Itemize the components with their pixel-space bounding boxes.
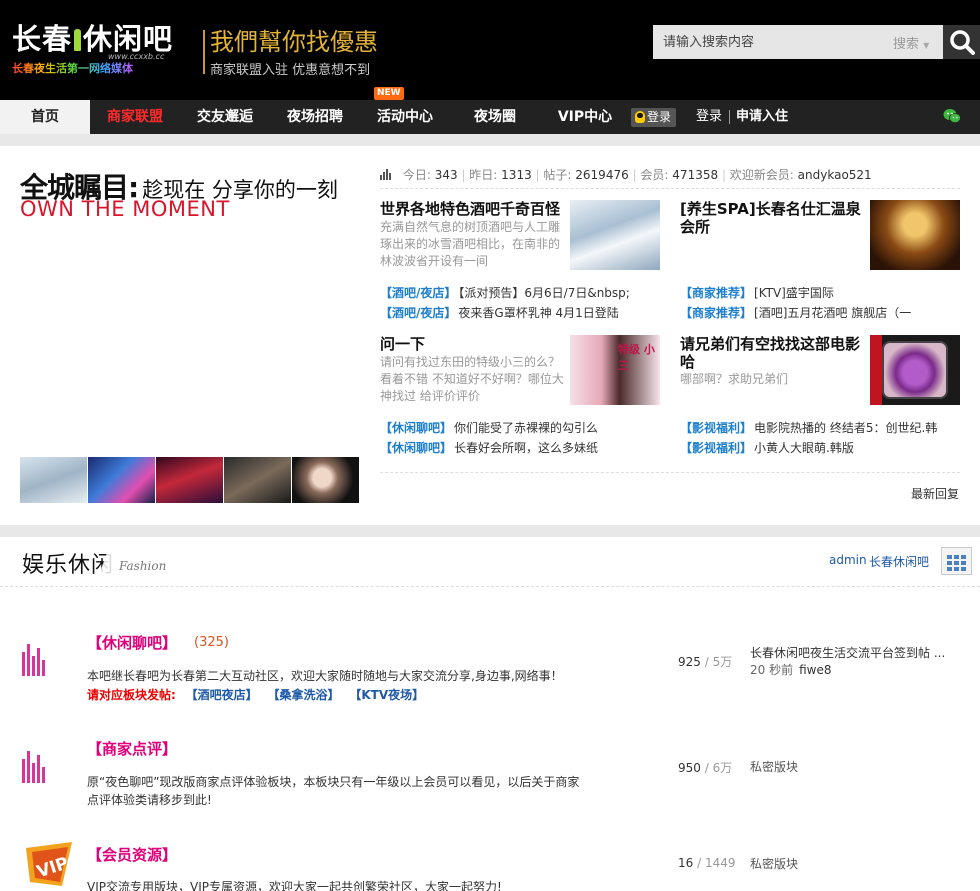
post-title-4[interactable]: 请兄弟们有空找找这部电影哈 — [680, 335, 865, 371]
forum-sub-links-1: 请对应板块发帖: 【酒吧夜店】 【桑拿洗浴】 【KTV夜场】 — [87, 688, 425, 702]
divider-band — [0, 134, 980, 146]
forum-desc-2: 原“夜色聊吧”现改版商家点评体验板块，本板块只有一年级以上会员可以看见，以后关于… — [87, 775, 580, 807]
thumbnail-3[interactable] — [156, 457, 223, 503]
forum-desc-3: VIP交流专用版块，VIP专属资源，欢迎大家一起共创繁荣社区，大家一起努力! — [87, 880, 502, 891]
post-image-2[interactable] — [870, 200, 960, 270]
nav-item-nightlife[interactable]: 夜场圈 — [450, 100, 540, 134]
qq-icon — [635, 111, 645, 123]
forum-name-3[interactable]: 【会员资源】 — [87, 844, 177, 865]
header-subslogan: 商家联盟入驻 优惠意想不到 — [210, 63, 371, 78]
wechat-icon[interactable] — [943, 108, 961, 124]
divider-band-2 — [0, 525, 980, 537]
sub-link-ktv[interactable]: 【KTV夜场】 — [349, 688, 424, 702]
logo-tagline: 长春夜生活第一网络媒体 — [12, 62, 133, 75]
grid-view-toggle[interactable] — [941, 547, 972, 575]
forum-private-2: 私密版块 — [750, 760, 799, 774]
nav-item-merchants[interactable]: 商家联盟 — [90, 100, 180, 134]
section-admin-link[interactable]: admin — [829, 553, 867, 567]
post-image-4[interactable] — [870, 335, 960, 405]
logo-text: 长春 休闲吧 — [12, 22, 174, 56]
forum-name-2[interactable]: 【商家点评】 — [87, 738, 177, 759]
forum-name-1[interactable]: 【休闲聊吧】 — [87, 632, 177, 653]
chevron-down-icon: ▼ — [923, 41, 930, 50]
post-image-3-caption: 特级 小三 — [618, 343, 655, 372]
forum-bars-icon — [22, 751, 46, 783]
post-title-1[interactable]: 世界各地特色酒吧千奇百怪 — [380, 200, 565, 218]
stats-chart-icon — [380, 169, 393, 180]
link-item-4[interactable]: 【商家推荐】 [酒吧]五月花酒吧 旗舰店（一 — [680, 304, 960, 321]
qq-login-button[interactable]: 登录 — [631, 108, 677, 127]
register-link[interactable]: 申请入住 — [736, 100, 788, 134]
link-item-1[interactable]: 【酒吧/夜店】 【派对预告】6月6日/7日&nbsp; — [380, 284, 660, 301]
search-input[interactable] — [653, 25, 883, 59]
hero-thumbnails — [20, 457, 359, 503]
forum-private-3: 私密版块 — [750, 857, 799, 871]
forum-desc-1: 本吧继长春吧为长春第二大互动社区，欢迎大家随时随地与大家交流分享,身边事,网络事… — [87, 669, 563, 683]
nav-item-home[interactable]: 首页 — [0, 100, 90, 134]
last-poster-link[interactable]: fiwe8 — [799, 663, 831, 677]
link-item-8[interactable]: 【影视福利】 小黄人大眼萌.韩版 — [680, 439, 960, 456]
post-desc-4: 哪部啊？求助兄弟们 — [680, 372, 789, 386]
search-icon — [950, 30, 975, 55]
link-item-7[interactable]: 【休闲聊吧】 长春好会所啊，这么多妹纸 — [380, 439, 660, 456]
sub-link-bar[interactable]: 【酒吧夜店】 — [186, 688, 258, 702]
nav-item-jobs[interactable]: 夜场招聘 — [270, 100, 360, 134]
nav-item-vip[interactable]: VIP中心 — [540, 100, 630, 134]
thumbnail-2[interactable] — [88, 457, 155, 503]
link-item-6[interactable]: 【影视福利】 电影院热播的 终结者5：创世纪.韩 — [680, 419, 960, 436]
link-item-5[interactable]: 【休闲聊吧】 你们能受了赤裸裸的勾引么 — [380, 419, 660, 436]
post-desc-1: 充满自然气息的树顶酒吧与人工雕琢出来的冰雪酒吧相比，在南非的林波波省开设有一间 — [380, 220, 561, 268]
header-slogan: 我們幫你找優惠 — [210, 28, 378, 56]
link-item-2[interactable]: 【商家推荐】 [KTV]盛宇国际 — [680, 284, 960, 301]
vip-icon: VIP — [26, 842, 72, 886]
main-nav: 首页 商家联盟 交友邂逅 夜场招聘 活动中心 夜场圈 VIP中心 — [0, 100, 980, 134]
post-image-1[interactable] — [570, 200, 660, 270]
thumbnail-4[interactable] — [224, 457, 291, 503]
nav-item-events[interactable]: 活动中心 — [360, 100, 450, 134]
post-desc-3: 请问有找过东田的特级小三的么？ 看着不错 不知道好不好啊？哪位大神找过 给评价评… — [380, 355, 564, 403]
forum-stats: 今日: 343 | 昨日: 1313 | 帖子: 2619476 | 会员: 4… — [380, 166, 872, 183]
forum-count-1: (325) — [194, 635, 229, 650]
search-type-select[interactable]: 搜索 ▼ — [893, 33, 929, 52]
login-link[interactable]: 登录 — [696, 100, 722, 134]
post-title-3[interactable]: 问一下 — [380, 335, 565, 353]
forum-stat-2: 950 / 6万 — [678, 761, 733, 775]
slogan-divider — [203, 30, 205, 74]
sub-link-sauna[interactable]: 【桑拿洗浴】 — [267, 688, 339, 702]
link-item-3[interactable]: 【酒吧/夜店】 夜来香G罩杯乳神 4月1日登陆 — [380, 304, 660, 321]
section-moderator-link[interactable]: 长春休闲吧 — [869, 553, 929, 570]
new-member-link[interactable]: andykao521 — [798, 168, 872, 182]
new-badge: NEW — [374, 87, 404, 100]
search-button[interactable] — [943, 25, 980, 59]
forum-last-post-1[interactable]: 长春休闲吧夜生活交流平台签到帖 ... — [750, 644, 945, 661]
forum-stat-1: 925 / 5万 — [678, 655, 733, 669]
thumbnail-5[interactable] — [292, 457, 359, 503]
forum-bars-icon — [22, 644, 46, 676]
search-box: 搜索 ▼ — [653, 25, 943, 59]
hero-divider — [380, 472, 960, 473]
hero-subtitle: OWN THE MOMENT — [20, 197, 230, 221]
nav-item-dating[interactable]: 交友邂逅 — [180, 100, 270, 134]
section-title-en: Fashion — [119, 559, 167, 573]
stats-divider — [380, 188, 960, 189]
latest-reply-link[interactable]: 最新回复 — [911, 485, 959, 502]
forum-last-meta-1: 20 秒前 fiwe8 — [750, 663, 832, 677]
forum-stat-3: 16 / 1449 — [678, 856, 736, 870]
site-logo[interactable]: 长春 休闲吧 www.ccxxb.cc 长春夜生活第一网络媒体 — [12, 22, 197, 78]
post-title-2[interactable]: [养生SPA]长春名仕汇温泉会所 — [680, 200, 865, 236]
post-image-3[interactable]: 特级 小三 — [570, 335, 660, 405]
nav-separator — [729, 110, 730, 124]
thumbnail-1[interactable] — [20, 457, 87, 503]
